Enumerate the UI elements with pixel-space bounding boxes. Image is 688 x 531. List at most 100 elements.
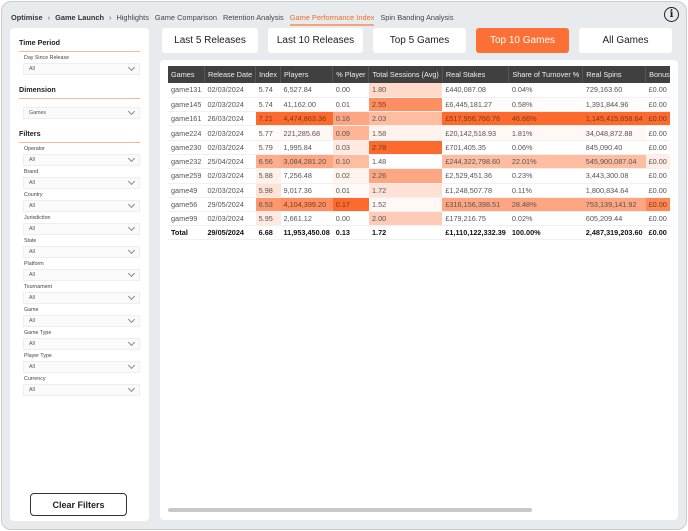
total-cell: 0.13: [332, 225, 369, 241]
total-cell: 100.00%: [508, 225, 583, 241]
table-cell: £0.00: [645, 211, 670, 227]
filter-dropdown-brand[interactable]: All: [23, 177, 140, 189]
table-cell: 0.02: [332, 168, 369, 184]
button-last-10-releases[interactable]: Last 10 Releases: [268, 28, 363, 53]
chevron-down-icon: [127, 384, 136, 393]
filter-dropdown-country[interactable]: All: [23, 200, 140, 212]
table-cell: game131: [168, 83, 205, 98]
filter-label: Platform: [24, 261, 44, 267]
table-cell: 7.21: [255, 111, 281, 127]
tab-retention-analysis[interactable]: Retention Analysis: [223, 13, 284, 22]
table-cell: £440,087.08: [442, 83, 509, 98]
table-cell: 845,090.40: [582, 140, 646, 155]
filter-dropdown-game-type[interactable]: All: [23, 338, 140, 350]
column-header[interactable]: Games: [168, 66, 205, 83]
filter-dropdown-state[interactable]: All: [23, 246, 140, 258]
table-cell: 5.77: [255, 125, 281, 141]
table-cell: 0.06%: [508, 140, 583, 155]
button-all-games[interactable]: All Games: [579, 28, 672, 53]
filter-dropdown-game[interactable]: All: [23, 315, 140, 327]
column-header[interactable]: Players: [280, 66, 334, 83]
filter-dropdown-currency[interactable]: All: [23, 384, 140, 396]
breadcrumb-item[interactable]: Game Launch: [55, 13, 104, 22]
total-cell: 1.72: [368, 225, 443, 241]
tab-game-performance-index[interactable]: Game Performance Index: [289, 13, 374, 26]
table-cell: 6.53: [255, 197, 281, 213]
total-cell: 6.68: [255, 225, 281, 241]
table-cell: 0.11%: [508, 183, 583, 198]
table-cell: 1,800,834.64: [582, 183, 646, 198]
table-cell: 02/03/2024: [204, 168, 256, 184]
table-row[interactable]: game232 25/04/2024 6.56 3,084,281.20 0.10 1.4…: [168, 154, 670, 170]
table-cell: £0.00: [645, 111, 670, 127]
filter-label: Brand: [24, 169, 39, 175]
column-header[interactable]: Total Sessions (Avg): [368, 66, 443, 83]
table-row[interactable]: game230 02/03/2024 5.79 1,995.84 0.03 2.78 £70…: [168, 140, 670, 155]
filter-dropdown-dimension[interactable]: Games: [23, 107, 140, 119]
table-cell: 605,209.44: [582, 211, 646, 227]
button-top-5-games[interactable]: Top 5 Games: [373, 28, 466, 53]
table-cell: 41,162.00: [280, 97, 333, 113]
column-header[interactable]: Share of Turnover %: [508, 66, 584, 83]
column-header[interactable]: Release Date: [204, 66, 257, 83]
table-cell: 729,163.60: [582, 83, 646, 98]
filter-label: State: [24, 238, 37, 244]
column-header[interactable]: Real Stakes: [442, 66, 510, 83]
filter-label: Game: [24, 307, 39, 313]
filter-dropdown-player-type[interactable]: All: [23, 361, 140, 373]
horizontal-scrollbar[interactable]: [168, 508, 532, 512]
table-cell: 26/03/2024: [204, 111, 256, 127]
dropdown-value: All: [29, 341, 35, 347]
filter-dropdown-operator[interactable]: All: [23, 154, 140, 166]
table-cell: 29/05/2024: [204, 197, 256, 213]
table-row[interactable]: game145 02/03/2024 5.74 41,162.00 0.01 2.55 £6…: [168, 97, 670, 113]
table-row[interactable]: game99 02/03/2024 5.95 2,661.12 0.00 2.00 £179…: [168, 211, 670, 227]
table-row[interactable]: game49 02/03/2024 5.98 9,017.36 0.01 1.72 £1,2…: [168, 183, 670, 198]
column-header[interactable]: Bonus: [645, 66, 670, 83]
table-cell: 0.17: [332, 197, 369, 213]
table-row[interactable]: game56 29/05/2024 6.53 4,104,399.20 0.17 1.52…: [168, 197, 670, 213]
table-cell: game145: [168, 97, 205, 113]
filter-dropdown-tournament[interactable]: All: [23, 292, 140, 304]
filter-dropdown-platform[interactable]: All: [23, 269, 140, 281]
table-cell: 2,661.12: [280, 211, 333, 227]
table-cell: 4,104,399.20: [280, 197, 333, 213]
tab-spin-banding-analysis[interactable]: Spin Banding Analysis: [380, 13, 453, 22]
column-header[interactable]: Real Spins: [582, 66, 647, 83]
table-cell: 1.58: [368, 125, 443, 141]
breadcrumb-item[interactable]: Optimise: [11, 13, 43, 22]
table-panel: Games Release Date Index Players% Player Tot…: [160, 60, 678, 520]
column-header[interactable]: % Player: [332, 66, 370, 83]
chevron-down-icon: [127, 292, 136, 301]
chevron-down-icon: [127, 315, 136, 324]
tab-game-comparison[interactable]: Game Comparison: [155, 13, 217, 22]
table-row[interactable]: game131 02/03/2024 5.74 6,527.84 0.00 1.80 £44…: [168, 83, 670, 98]
button-top-10-games[interactable]: Top 10 Games: [476, 28, 569, 53]
table-cell: £0.00: [645, 83, 670, 98]
table-row[interactable]: game224 02/03/2024 5.77 221,285.68 0.09 1.58 £…: [168, 125, 670, 141]
chevron-down-icon: [127, 246, 136, 255]
filter-dropdown-jurisdiction[interactable]: All: [23, 223, 140, 235]
dropdown-value: All: [29, 203, 35, 209]
table-cell: 34,048,872.88: [582, 125, 646, 141]
table-cell: 5.74: [255, 83, 281, 98]
column-header[interactable]: Index: [255, 66, 282, 83]
chevron-down-icon: [127, 200, 136, 209]
table-row[interactable]: game259 02/03/2024 5.88 7,256.48 0.02 2.26 £2,…: [168, 168, 670, 184]
total-cell: 29/05/2024: [204, 225, 256, 241]
filter-dropdown-day-since-release[interactable]: All: [23, 63, 140, 75]
table-cell: 5.98: [255, 183, 281, 198]
info-icon[interactable]: i: [664, 7, 679, 22]
table-row[interactable]: game161 26/03/2024 7.21 4,474,863.36 0.16 2.0…: [168, 111, 670, 127]
dropdown-value: All: [29, 249, 35, 255]
table-cell: game224: [168, 125, 205, 141]
table-cell: £701,405.35: [442, 140, 509, 155]
dropdown-value: All: [29, 364, 35, 370]
button-last-5-releases[interactable]: Last 5 Releases: [162, 28, 258, 53]
chevron-down-icon: [127, 63, 136, 72]
section-title: Filters: [19, 119, 140, 143]
table-cell: 0.16: [332, 111, 369, 127]
tab-highlights[interactable]: Highlights: [116, 13, 148, 22]
chevron-down-icon: [127, 107, 136, 116]
clear-filters-button[interactable]: Clear Filters: [30, 493, 127, 516]
